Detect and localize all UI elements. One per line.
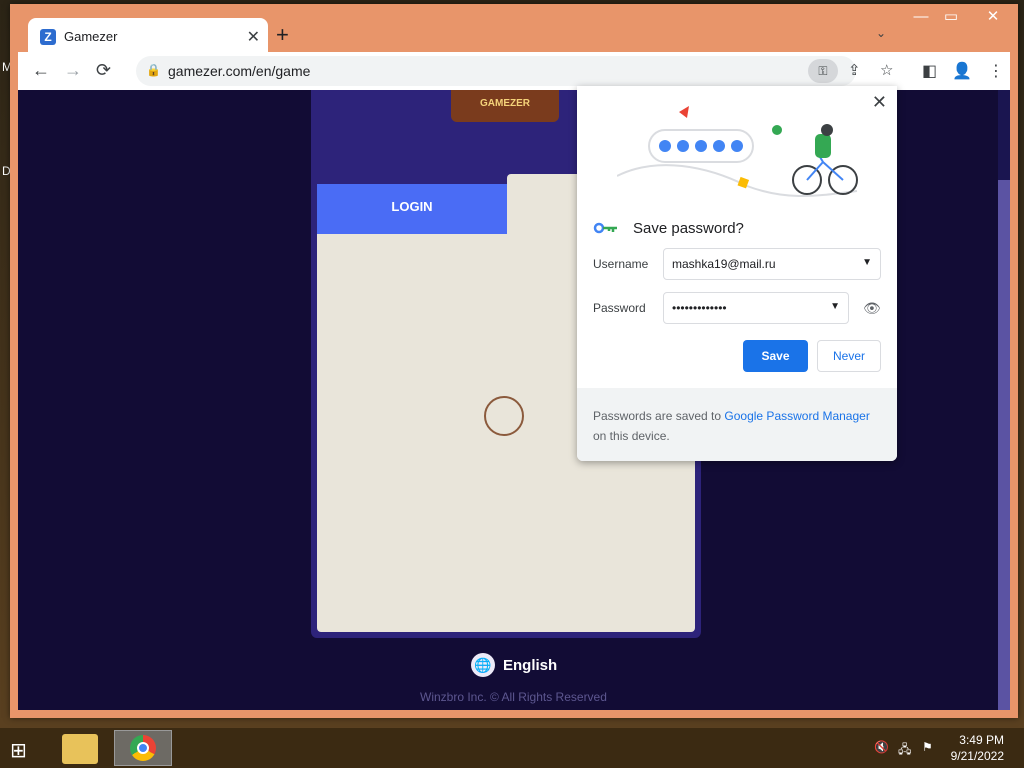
dialog-footer: Passwords are saved to Google Password M… [577, 388, 897, 461]
key-icon [593, 222, 619, 237]
tab-close-icon[interactable]: ✕ [247, 27, 260, 47]
loading-spinner-icon [484, 396, 524, 436]
chrome-icon-center [137, 742, 149, 754]
volume-muted-icon[interactable]: 🔇 [874, 740, 889, 754]
gamezer-favicon-icon: Z [40, 29, 56, 45]
url-text[interactable]: gamezer.com/en/game [168, 63, 310, 79]
new-tab-button[interactable]: + [276, 22, 289, 48]
never-button[interactable]: Never [817, 340, 881, 372]
clock[interactable]: 3:49 PM 9/21/2022 [951, 732, 1004, 764]
clock-time: 3:49 PM [959, 733, 1004, 747]
minimize-button[interactable]: — [906, 6, 936, 28]
network-icon[interactable]: 🖧 [898, 740, 911, 761]
tab-gamezer[interactable]: Z Gamezer ✕ [28, 18, 268, 56]
dropdown-caret-icon[interactable]: ▼ [830, 301, 840, 312]
dialog-title: Save password? [633, 220, 744, 237]
password-field[interactable]: ••••••••••••• ▼ [663, 292, 849, 324]
tab-title: Gamezer [64, 29, 118, 44]
toolbar: ← → ⟳ 🔒 gamezer.com/en/game ⚿ ⇪ ☆ ◧ 👤 ⋮ [18, 52, 1010, 90]
password-label: Password [593, 301, 646, 315]
username-value: mashka19@mail.ru [672, 257, 776, 271]
tab-search-button[interactable]: ⌄ [876, 26, 886, 40]
action-center-flag-icon[interactable]: ⚑ [922, 740, 933, 754]
windows-start-icon[interactable]: ⊞ [10, 738, 27, 763]
username-label: Username [593, 257, 649, 271]
menu-icon[interactable]: ⋮ [988, 61, 1004, 81]
forward-button[interactable]: → [64, 60, 82, 81]
file-explorer-icon[interactable] [62, 734, 98, 764]
show-password-eye-icon[interactable]: 👁 [863, 300, 881, 317]
copyright-text: Winzbro Inc. © All Rights Reserved [420, 690, 607, 704]
password-manager-link[interactable]: Google Password Manager [724, 409, 869, 423]
maximize-button[interactable]: ▭ [936, 6, 966, 28]
globe-icon: 🌐 [471, 653, 495, 677]
share-icon[interactable]: ⇪ [848, 61, 861, 79]
reload-button[interactable]: ⟳ [96, 60, 111, 81]
gamezer-logo: GAMEZER [451, 90, 559, 122]
profile-icon[interactable]: 👤 [952, 61, 972, 81]
cyclist-illustration [617, 106, 858, 197]
tab-login[interactable]: LOGIN [317, 184, 507, 234]
footer-text: Passwords are saved to Google Password M… [593, 409, 870, 443]
password-value: ••••••••••••• [672, 301, 727, 315]
language-selector[interactable]: English [503, 657, 557, 674]
bookmark-star-icon[interactable]: ☆ [880, 61, 893, 79]
username-field[interactable]: mashka19@mail.ru ▼ [663, 248, 881, 280]
chrome-taskbar-button[interactable] [114, 730, 172, 766]
close-window-button[interactable]: ✕ [968, 6, 1018, 28]
taskbar: ⊞ 🔇 🖧 ⚑ 3:49 PM 9/21/2022 [0, 728, 1024, 768]
dropdown-caret-icon[interactable]: ▼ [862, 257, 872, 268]
save-password-dialog: ✕ Save password? Username mashka19@mail.… [577, 86, 897, 461]
close-icon[interactable]: ✕ [872, 92, 887, 113]
lock-icon[interactable]: 🔒 [146, 63, 161, 77]
save-button[interactable]: Save [743, 340, 808, 372]
side-panel-icon[interactable]: ◧ [922, 61, 937, 81]
clock-date: 9/21/2022 [950, 749, 1004, 763]
back-button[interactable]: ← [32, 60, 50, 81]
address-bar[interactable]: 🔒 gamezer.com/en/game ⚿ ⇪ ☆ [136, 56, 893, 86]
scrollbar-thumb[interactable] [998, 90, 1010, 180]
scrollbar[interactable] [998, 90, 1010, 710]
password-key-icon[interactable]: ⚿ [808, 59, 838, 83]
